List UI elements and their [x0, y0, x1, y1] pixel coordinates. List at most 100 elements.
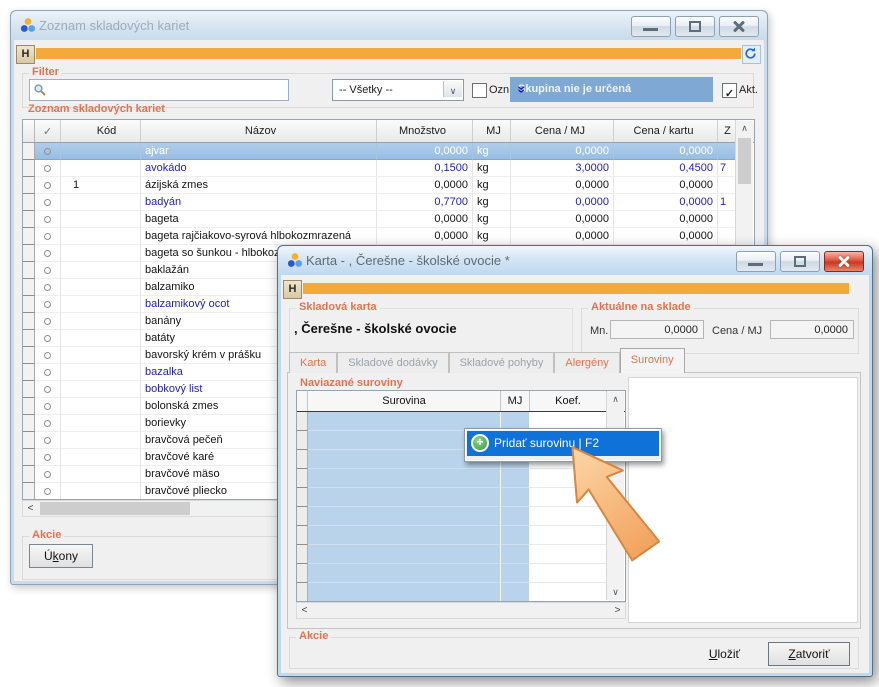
scroll-left-icon[interactable]: <: [297, 604, 312, 617]
cell-sur: [308, 526, 501, 545]
ingredient-row[interactable]: [297, 526, 625, 545]
cell-kod: [61, 364, 141, 381]
h-button[interactable]: H: [16, 45, 35, 64]
column-header-cena-mj[interactable]: Cena / MJ: [511, 120, 614, 142]
ingredients-table-header: Surovina MJ Koef.: [297, 391, 625, 412]
table-row[interactable]: avokádo0,1500kg3,00000,45007: [23, 160, 754, 177]
column-header-koef[interactable]: Koef.: [530, 391, 607, 411]
row-marker-icon: [44, 199, 51, 206]
column-header-cena-kartu[interactable]: Cena / kartu: [614, 120, 718, 142]
header-corner: [297, 391, 308, 411]
cell-kod: [61, 262, 141, 279]
cell-chk: [35, 449, 61, 466]
scroll-right-icon[interactable]: >: [610, 604, 625, 617]
close-button[interactable]: [719, 16, 759, 37]
scrollbar-thumb[interactable]: [40, 502, 190, 515]
ulozit-button[interactable]: Uložiť: [703, 646, 746, 662]
cell-chk: [35, 398, 61, 415]
row-marker-icon: [44, 386, 51, 393]
column-header-mj[interactable]: MJ: [501, 391, 530, 411]
column-header-surovina[interactable]: Surovina: [308, 391, 501, 411]
column-header-mj[interactable]: MJ: [473, 120, 511, 142]
table-row[interactable]: ajvar0,0000kg0,00000,0000: [23, 143, 754, 160]
maximize-button[interactable]: [780, 251, 820, 272]
column-header-check[interactable]: ✓: [35, 120, 61, 142]
refresh-button[interactable]: [742, 45, 761, 64]
tab-suroviny[interactable]: Suroviny: [620, 348, 685, 373]
cell-kod: 1: [61, 177, 141, 194]
akcie-group-label: Akcie: [296, 630, 331, 642]
tab-alergeny[interactable]: Alergény: [554, 352, 619, 373]
table-row[interactable]: bageta0,0000kg0,00000,0000: [23, 211, 754, 228]
cell-ck: 0,0000: [614, 194, 718, 211]
cell-kod: [61, 330, 141, 347]
akt-label: Akt.: [739, 84, 758, 96]
cell-hdr: [23, 211, 35, 228]
cell-hdr: [23, 160, 35, 177]
cell-hdr: [23, 296, 35, 313]
cell-chk: [35, 432, 61, 449]
ingredient-row[interactable]: [297, 507, 625, 526]
list-window-titlebar[interactable]: Zoznam skladových kariet: [11, 11, 767, 40]
horizontal-scrollbar[interactable]: < >: [296, 602, 626, 619]
tab-karta[interactable]: Karta: [289, 352, 337, 373]
cell-ck: 0,0000: [614, 228, 718, 245]
maximize-button[interactable]: [675, 16, 715, 37]
minimize-button[interactable]: [736, 251, 776, 272]
scroll-left-icon[interactable]: <: [23, 502, 38, 515]
column-header-nazov[interactable]: Názov: [141, 120, 377, 142]
scroll-up-icon[interactable]: ∧: [736, 121, 753, 136]
scroll-up-icon[interactable]: ∧: [607, 392, 624, 407]
h-button[interactable]: H: [283, 280, 302, 299]
minimize-button[interactable]: [631, 16, 671, 37]
cell-chk: [35, 483, 61, 500]
scroll-down-icon[interactable]: ∨: [607, 585, 624, 600]
window-title: Zoznam skladových kariet: [39, 18, 189, 33]
search-input[interactable]: [50, 81, 286, 99]
cell-chk: [35, 296, 61, 313]
cell-kod: [61, 466, 141, 483]
table-row[interactable]: badyán0,7700kg0,00000,00001: [23, 194, 754, 211]
add-plus-icon: +: [471, 434, 489, 452]
price-field: 0,0000: [770, 320, 854, 339]
card-window-titlebar[interactable]: Karta - , Čerešne - školské ovocie *: [278, 246, 872, 275]
ingredient-row[interactable]: [297, 564, 625, 583]
cell-mno: 0,0000: [377, 211, 473, 228]
scrollbar-thumb[interactable]: [738, 138, 751, 184]
cell-koef: [530, 545, 607, 564]
row-marker-icon: [44, 233, 51, 240]
cell-kod: [61, 398, 141, 415]
ozn-checkbox[interactable]: [472, 83, 487, 98]
table-row[interactable]: bageta rajčiakovo-syrová hlbokozmrazená0…: [23, 228, 754, 245]
cell-hdr: [23, 415, 35, 432]
cell-kod: [61, 279, 141, 296]
category-dropdown[interactable]: -- Všetky -- ∨: [332, 79, 464, 101]
cell-naz: ázijská zmes: [141, 177, 377, 194]
column-header-kod[interactable]: Kód: [61, 120, 141, 142]
cell-kod: [61, 211, 141, 228]
quantity-field: 0,0000: [610, 320, 704, 339]
tab-skladove-pohyby[interactable]: Skladové pohyby: [449, 352, 555, 373]
ukony-button[interactable]: Úkony: [29, 544, 93, 568]
ingredient-row[interactable]: [297, 583, 625, 602]
dropdown-chevron-icon[interactable]: ∨: [443, 81, 462, 97]
ingredient-row[interactable]: [297, 545, 625, 564]
akt-checkbox[interactable]: ✓: [722, 83, 737, 98]
group-filter-bar[interactable]: Skupina nie je určená »: [510, 77, 713, 102]
cell-mj: [501, 564, 530, 583]
column-header-mnozstvo[interactable]: Množstvo: [377, 120, 473, 142]
cell-mj: [501, 469, 530, 488]
cell-koef: [530, 564, 607, 583]
cell-kod: [61, 143, 141, 160]
tab-skladove-dodavky[interactable]: Skladové dodávky: [337, 352, 448, 373]
table-row[interactable]: 1ázijská zmes0,0000kg0,00000,0000: [23, 177, 754, 194]
cell-kod: [61, 228, 141, 245]
close-button[interactable]: [824, 251, 864, 272]
row-marker-icon: [44, 165, 51, 172]
column-header-z[interactable]: Z: [718, 120, 736, 142]
maximize-icon: [689, 21, 701, 32]
double-chevron-down-icon[interactable]: »: [518, 77, 699, 104]
zatvorit-button[interactable]: Zatvoriť: [768, 642, 850, 666]
toolbar-strip: [36, 48, 741, 59]
minimize-icon: [643, 28, 658, 31]
